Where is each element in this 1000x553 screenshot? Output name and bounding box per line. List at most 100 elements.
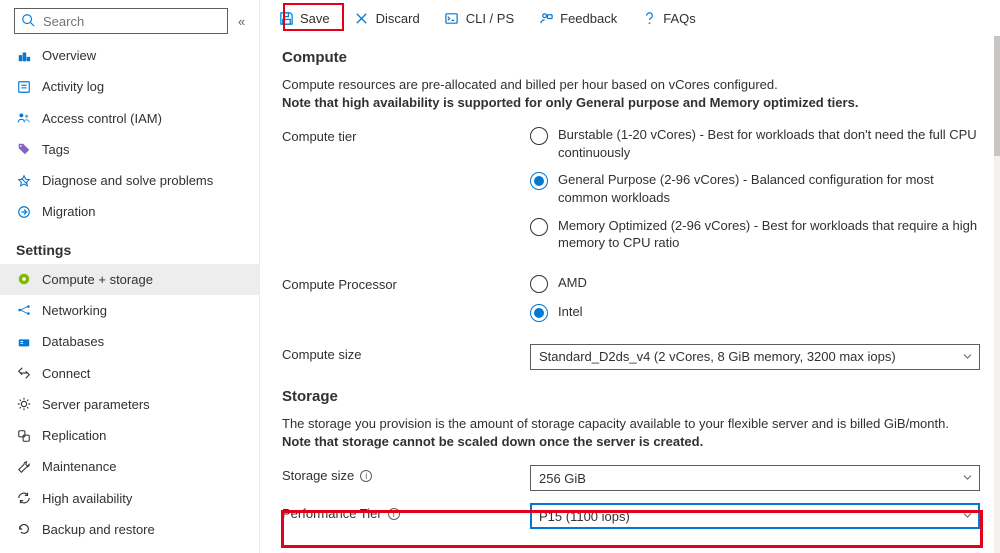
scrollbar-track[interactable] — [994, 36, 1000, 553]
toolbar-label: Feedback — [560, 11, 617, 26]
label-text: Storage size — [282, 468, 354, 483]
toolbar-label: CLI / PS — [466, 11, 514, 26]
main-panel: Save Discard CLI / PS Feedback FAQs Comp… — [260, 0, 1000, 553]
discard-icon — [354, 10, 370, 26]
tags-icon — [16, 141, 32, 157]
compute-heading: Compute — [282, 49, 980, 66]
sidebar: « Overview Activity log Access control (… — [0, 0, 260, 553]
replication-icon — [16, 428, 32, 444]
save-button[interactable]: Save — [270, 6, 338, 30]
nav-backup-restore[interactable]: Backup and restore — [0, 514, 259, 545]
desc-bold-text: Note that storage cannot be scaled down … — [282, 434, 703, 449]
faqs-button[interactable]: FAQs — [633, 6, 704, 30]
select-value: Standard_D2ds_v4 (2 vCores, 8 GiB memory… — [539, 349, 896, 364]
activity-log-icon — [16, 79, 32, 95]
nav-label: Activity log — [42, 79, 104, 94]
nav-diagnose[interactable]: Diagnose and solve problems — [0, 165, 259, 196]
nav-label: Maintenance — [42, 459, 116, 474]
feedback-button[interactable]: Feedback — [530, 6, 625, 30]
nav-tags[interactable]: Tags — [0, 134, 259, 165]
content-area: Compute Compute resources are pre-alloca… — [260, 36, 1000, 553]
chevron-down-icon — [962, 471, 973, 486]
compute-tier-memory-radio[interactable] — [530, 218, 548, 236]
toolbar-label: Save — [300, 11, 330, 26]
compute-tier-radio-group: Burstable (1-20 vCores) - Best for workl… — [530, 126, 980, 261]
cli-icon — [444, 10, 460, 26]
nav-databases[interactable]: Databases — [0, 326, 259, 357]
nav-compute-storage[interactable]: Compute + storage — [0, 264, 259, 295]
nav-label: Connect — [42, 366, 90, 381]
nav-label: Networking — [42, 303, 107, 318]
compute-storage-icon — [16, 271, 32, 287]
processor-intel-radio[interactable] — [530, 304, 548, 322]
nav-overview[interactable]: Overview — [0, 40, 259, 71]
storage-description: The storage you provision is the amount … — [282, 415, 980, 451]
nav-label: Backup and restore — [42, 522, 155, 537]
feedback-icon — [538, 10, 554, 26]
databases-icon — [16, 334, 32, 350]
nav-maintenance[interactable]: Maintenance — [0, 451, 259, 482]
nav-label: Tags — [42, 142, 69, 157]
select-value: 256 GiB — [539, 471, 586, 486]
access-control-icon — [16, 110, 32, 126]
label-text: Performance Tier — [282, 506, 382, 521]
nav-label: Diagnose and solve problems — [42, 173, 213, 188]
cli-button[interactable]: CLI / PS — [436, 6, 522, 30]
radio-label: Intel — [558, 303, 583, 321]
radio-label: Memory Optimized (2-96 vCores) - Best fo… — [558, 217, 980, 252]
nav-label: Access control (IAM) — [42, 111, 162, 126]
compute-tier-general-radio[interactable] — [530, 172, 548, 190]
nav-label: High availability — [42, 491, 132, 506]
compute-tier-label: Compute tier — [282, 126, 530, 144]
nav-high-availability[interactable]: High availability — [0, 482, 259, 513]
compute-description: Compute resources are pre-allocated and … — [282, 76, 980, 112]
settings-section-title: Settings — [0, 228, 259, 264]
nav-server-parameters[interactable]: Server parameters — [0, 389, 259, 420]
performance-tier-select[interactable]: P15 (1100 iops) — [530, 503, 980, 529]
desc-text: Compute resources are pre-allocated and … — [282, 77, 778, 92]
radio-label: AMD — [558, 274, 587, 292]
nav-connect[interactable]: Connect — [0, 357, 259, 388]
diagnose-icon — [16, 173, 32, 189]
chevron-down-icon — [962, 509, 973, 524]
nav-label: Server parameters — [42, 397, 150, 412]
storage-size-select[interactable]: 256 GiB — [530, 465, 980, 491]
processor-amd-radio[interactable] — [530, 275, 548, 293]
nav-label: Compute + storage — [42, 272, 153, 287]
server-parameters-icon — [16, 396, 32, 412]
discard-button[interactable]: Discard — [346, 6, 428, 30]
desc-text: The storage you provision is the amount … — [282, 416, 949, 431]
networking-icon — [16, 302, 32, 318]
radio-label: Burstable (1-20 vCores) - Best for workl… — [558, 126, 980, 161]
nav-access-control[interactable]: Access control (IAM) — [0, 103, 259, 134]
connect-icon — [16, 365, 32, 381]
compute-processor-label: Compute Processor — [282, 274, 530, 292]
compute-tier-burstable-radio[interactable] — [530, 127, 548, 145]
maintenance-icon — [16, 459, 32, 475]
desc-bold-text: Note that high availability is supported… — [282, 95, 858, 110]
save-icon — [278, 10, 294, 26]
chevron-down-icon — [962, 349, 973, 364]
compute-processor-radio-group: AMD Intel — [530, 274, 980, 332]
info-icon[interactable]: i — [360, 470, 372, 482]
help-icon — [641, 10, 657, 26]
storage-size-label: Storage size i — [282, 465, 530, 483]
scrollbar-thumb[interactable] — [994, 36, 1000, 156]
migration-icon — [16, 204, 32, 220]
nav-label: Databases — [42, 334, 104, 349]
radio-label: General Purpose (2-96 vCores) - Balanced… — [558, 171, 980, 206]
nav-activity-log[interactable]: Activity log — [0, 71, 259, 102]
backup-restore-icon — [16, 521, 32, 537]
search-input[interactable] — [41, 13, 221, 30]
nav-label: Overview — [42, 48, 96, 63]
compute-size-select[interactable]: Standard_D2ds_v4 (2 vCores, 8 GiB memory… — [530, 344, 980, 370]
nav-replication[interactable]: Replication — [0, 420, 259, 451]
nav-label: Replication — [42, 428, 106, 443]
nav-migration[interactable]: Migration — [0, 196, 259, 227]
search-icon — [21, 13, 35, 30]
nav-networking[interactable]: Networking — [0, 295, 259, 326]
search-box[interactable] — [14, 8, 228, 34]
info-icon[interactable]: i — [388, 508, 400, 520]
collapse-sidebar-button[interactable]: « — [234, 12, 249, 31]
nav-label: Migration — [42, 204, 95, 219]
